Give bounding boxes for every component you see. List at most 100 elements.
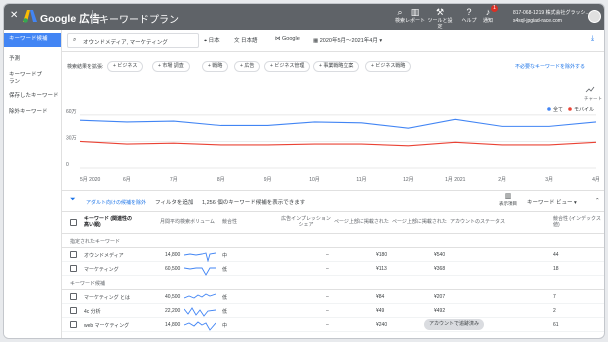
impression-share-cell: – (326, 308, 329, 314)
y-tick-label: 30万 (66, 135, 77, 141)
collapse-icon[interactable]: ⌃ (595, 198, 600, 204)
sidebar-item-keyword-plan[interactable]: キーワードプラン (9, 72, 43, 86)
sidebar-item-saved-keywords[interactable]: 保存したキーワード (9, 93, 59, 100)
x-tick-label: 10月 (309, 177, 320, 183)
row-checkbox[interactable] (70, 307, 77, 314)
add-filter-button[interactable]: フィルタを追加 (155, 198, 193, 206)
search-icon: ⌕ (73, 37, 77, 43)
row-checkbox[interactable] (70, 321, 77, 328)
chip-label: 戦略 (212, 63, 223, 69)
tool-label: 通知 (482, 18, 493, 24)
volume-cell: 40,500 (165, 294, 181, 300)
competition-index-cell: 61 (553, 322, 559, 328)
trend-sparkline (184, 321, 216, 331)
title-divider (92, 10, 93, 24)
chart-menu-label[interactable]: チャート (584, 96, 602, 101)
column-header-account-status[interactable]: アカウントのステータス (450, 219, 505, 225)
top-bid-low-cell: ¥240 (376, 322, 388, 328)
keyword-cell: マーケティング とは (84, 295, 130, 301)
sidebar-item-forecast[interactable]: 予測 (9, 56, 20, 63)
column-header-competition[interactable]: 競合性 (222, 219, 237, 225)
sidebar-item-keyword-ideas[interactable]: キーワード候補 (4, 33, 61, 47)
top-bid-low-cell: ¥113 (376, 266, 387, 272)
table-row[interactable]: マーケティング 60,500 低 – ¥113 ¥368 18 (62, 262, 604, 276)
chart-menu-icon[interactable] (585, 86, 595, 93)
account-info[interactable]: 817-068-1219 株式会社グラッシ... s4sql-jpgiad-ra… (513, 9, 590, 25)
x-tick-label: 1月 2021 (445, 177, 466, 183)
select-all-checkbox[interactable] (70, 219, 77, 226)
chip-label: 広告 (244, 63, 255, 69)
trend-sparkline (184, 267, 216, 276)
refine-chip[interactable]: + ビジネス戦略 (365, 61, 412, 72)
result-count: 1,256 個のキーワード候補を表示できます (202, 200, 306, 206)
refine-chip[interactable]: + ビジネス管理 (264, 61, 311, 72)
x-tick-label: 5月 2020 (80, 177, 101, 183)
sidebar-item-negative-keywords[interactable]: 除外キーワード (9, 109, 48, 116)
date-range-value: 2020年5月～2021年4月 (319, 38, 378, 44)
row-checkbox[interactable] (70, 265, 77, 272)
group-label: 指定されたキーワード (70, 239, 121, 245)
chip-label: ビジネス戦略 (375, 63, 406, 69)
filter-icon[interactable]: ⏷ (70, 196, 76, 204)
row-checkbox[interactable] (70, 293, 77, 300)
column-header-top-bid-low[interactable]: ページ上部に掲載された (334, 219, 389, 225)
table-row[interactable]: web マーケティング14,800中–¥240¥736アカウントで追跡済み61 (62, 318, 604, 332)
date-range-filter[interactable]: ▦ 2020年5月～2021年4月 ▾ (313, 36, 382, 44)
search-volume-chart: 60万 30万 0 5月 2020 6月 7月 8月 9月 10月 11月 12月 1月 2021 2月… (66, 86, 602, 183)
column-header-keyword[interactable]: キーワード (関連性の高い順) (84, 216, 134, 228)
close-icon[interactable]: ✕ (10, 10, 18, 21)
refine-chip[interactable]: + ビジネス (107, 61, 144, 72)
google-ads-logo (23, 10, 37, 23)
table-row[interactable]: マーケティング とは 40,500 低 – ¥84 ¥207 7 (62, 290, 604, 304)
keyword-view-select[interactable]: キーワード ビュー ▾ (527, 198, 577, 206)
refine-chip[interactable]: + 戦略 (202, 61, 229, 72)
column-header-volume[interactable]: 月間平均検索ボリューム (160, 219, 215, 225)
refine-label: 検索結果を拡張: (67, 64, 104, 70)
legend-label: 全て (553, 106, 563, 113)
network-filter[interactable]: ⋈ Google (275, 36, 300, 42)
download-icon[interactable]: ⤓ (591, 35, 594, 43)
column-header-top-bid-high[interactable]: ページ上部に掲載された (392, 219, 447, 225)
keyword-cell: 4c 分析 (84, 309, 101, 315)
y-tick-label: 60万 (66, 109, 77, 115)
chevron-down-icon: ▾ (377, 38, 383, 44)
chevron-down-icon: ▾ (572, 200, 577, 206)
row-checkbox[interactable] (70, 251, 77, 258)
column-header-impression-share[interactable]: 広告インプレッション シェア (278, 216, 334, 228)
top-bid-high-cell: ¥540 (434, 252, 446, 258)
top-bid-high-cell: ¥492 (434, 308, 446, 314)
top-bid-high-cell: ¥207 (434, 294, 446, 300)
x-tick-label: 9月 (264, 177, 272, 183)
competition-index-cell: 2 (553, 308, 556, 314)
reports-tool-button[interactable]: ▥ レポート (402, 7, 428, 24)
competition-cell: 低 (222, 267, 228, 273)
exclude-keywords-link[interactable]: 不必要なキーワードを除外する (515, 63, 585, 70)
competition-cell: 中 (222, 323, 228, 329)
x-tick-label: 11月 (356, 177, 366, 183)
keyword-cell: マーケティング (84, 267, 119, 273)
keyword-search-input[interactable]: ⌕ オウンドメディア, マーケティング (67, 33, 199, 48)
chip-label: ビジネス管理 (274, 63, 305, 69)
language-filter[interactable]: 文 日本語 (234, 36, 258, 44)
top-app-bar: ✕ Google 広告 キーワードプラン ⌕ 検索 ▥ レポート ⚒ ツールと設… (4, 4, 604, 30)
adult-filter-chip[interactable]: アダルト向けの候補を除外 (86, 199, 146, 206)
notification-badge: 1 (491, 5, 498, 12)
volume-cell: 14,800 (165, 322, 181, 328)
refine-chip[interactable]: + 広告 (234, 61, 261, 72)
table-toolbar: ⏷ アダルト向けの候補を除外 フィルタを追加 1,256 個のキーワード候補を表… (62, 190, 604, 212)
table-row[interactable]: 4c 分析 22,200 低 – ¥49 ¥492 2 (62, 304, 604, 318)
account-name: 817-068-1219 株式会社グラッシ... (513, 10, 590, 16)
page-title: キーワードプラン (99, 15, 179, 26)
refine-chip[interactable]: + 市場 調査 (152, 61, 190, 72)
location-value: 日本 (208, 38, 220, 44)
refine-chip[interactable]: + 事業戦略立案 (313, 61, 360, 72)
volume-cell: 60,500 (165, 266, 181, 272)
location-filter[interactable]: ⌖ 日本 (204, 36, 220, 45)
avatar[interactable] (588, 10, 601, 23)
top-bid-low-cell: ¥84 (376, 294, 385, 300)
y-tick-label: 0 (66, 162, 69, 168)
column-header-competition-index[interactable]: 競合性 (インデックス値) (553, 216, 603, 228)
table-row[interactable]: オウンドメディア 14,800 中 – ¥180 ¥540 44 (62, 248, 604, 262)
columns-button[interactable]: ▥ 表示項目 (499, 193, 517, 207)
tools-settings-button[interactable]: ⚒ ツールと設定 (427, 7, 453, 30)
